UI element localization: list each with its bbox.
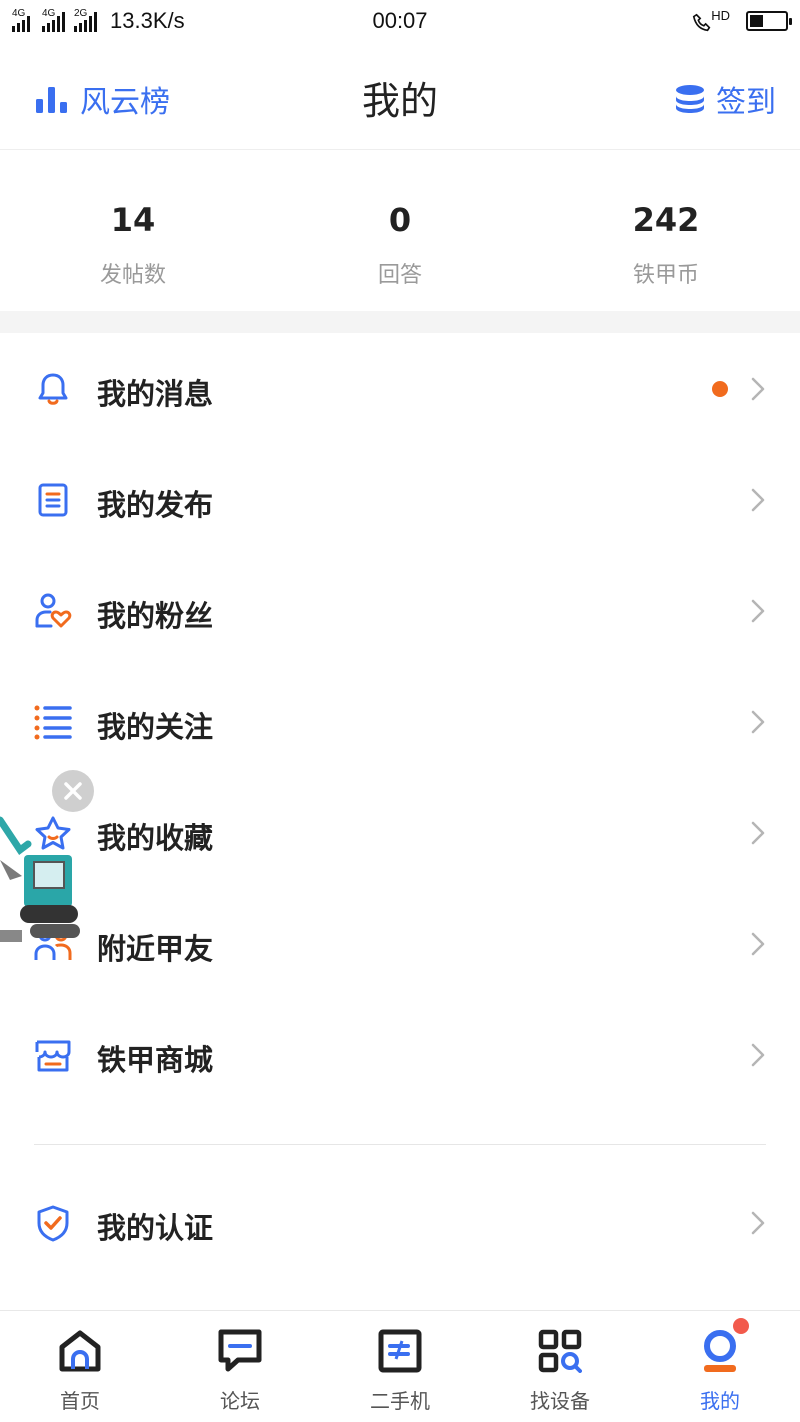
menu-item-fans[interactable]: 我的粉丝 — [0, 555, 800, 666]
menu-item-store[interactable]: 铁甲商城 — [0, 999, 800, 1110]
menu-label: 附近甲友 — [97, 932, 214, 966]
tab-find-equipment[interactable]: 找设备 — [480, 1311, 640, 1422]
menu-label: 我的粉丝 — [97, 599, 214, 633]
tab-label: 论坛 — [220, 1389, 260, 1413]
chevron-right-icon — [751, 1211, 765, 1235]
stat-answers[interactable]: 0 回答 — [300, 201, 500, 289]
top-header: 风云榜 我的 签到 — [0, 44, 800, 150]
menu-label: 铁甲商城 — [97, 1043, 214, 1077]
section-separator — [0, 311, 800, 333]
chevron-right-icon — [751, 710, 765, 734]
checkin-label: 签到 — [716, 85, 776, 120]
menu-label: 我的发布 — [97, 488, 214, 522]
coin-stack-icon — [676, 85, 704, 113]
excavator-icon — [0, 816, 80, 942]
chevron-right-icon — [751, 821, 765, 845]
tab-forum[interactable]: 论坛 — [160, 1311, 320, 1422]
tab-used-machines[interactable]: 二手机 — [320, 1311, 480, 1422]
stat-coins[interactable]: 242 铁甲币 — [566, 201, 766, 289]
bottom-nav: 首页 论坛 二手机 找设备 我的 — [0, 1310, 800, 1422]
chevron-right-icon — [751, 488, 765, 512]
home-icon — [59, 1330, 101, 1372]
tab-label: 找设备 — [530, 1389, 590, 1413]
menu-item-following[interactable]: 我的关注 — [0, 666, 800, 777]
call-tag: HD — [711, 8, 730, 23]
menu-item-messages[interactable]: 我的消息 — [0, 333, 800, 444]
status-time: 00:07 — [372, 8, 428, 33]
menu-item-favorites[interactable]: 我的收藏 — [0, 777, 800, 888]
profile-icon — [704, 1330, 736, 1372]
stat-label: 发帖数 — [99, 263, 166, 288]
tab-notification-dot — [733, 1318, 749, 1334]
chat-icon — [218, 1329, 262, 1372]
stat-posts[interactable]: 14 发帖数 — [33, 201, 233, 289]
menu-label: 我的认证 — [97, 1211, 214, 1245]
tab-label: 首页 — [60, 1389, 100, 1413]
tab-mine[interactable]: 我的 — [640, 1311, 800, 1422]
menu-item-posts[interactable]: 我的发布 — [0, 444, 800, 555]
menu-item-nearby[interactable]: 附近甲友 — [0, 888, 800, 999]
menu-label: 我的消息 — [97, 377, 214, 411]
menu-item-certification[interactable]: 我的认证 — [0, 1167, 800, 1278]
shield-check-icon — [34, 1204, 72, 1242]
tab-label: 我的 — [700, 1389, 740, 1413]
tab-home[interactable]: 首页 — [0, 1311, 160, 1422]
stat-value: 0 — [388, 201, 412, 239]
stat-value: 242 — [632, 201, 700, 239]
stat-value: 14 — [110, 201, 156, 239]
chevron-right-icon — [751, 1043, 765, 1067]
status-right: HD — [691, 8, 792, 34]
menu-divider — [34, 1144, 766, 1145]
machine-icon — [378, 1329, 422, 1373]
stat-label: 铁甲币 — [632, 263, 699, 288]
stat-label: 回答 — [377, 263, 422, 288]
checkin-button[interactable]: 签到 — [674, 77, 776, 121]
close-icon[interactable] — [52, 770, 94, 812]
store-icon — [34, 1036, 72, 1074]
document-icon — [34, 481, 72, 519]
tab-label: 二手机 — [370, 1389, 430, 1413]
stats-panel: 14 发帖数 0 回答 242 铁甲币 — [0, 151, 800, 311]
bell-icon — [34, 370, 72, 408]
fans-icon — [34, 592, 72, 630]
list-icon — [34, 703, 72, 741]
hd-call-icon: HD — [691, 8, 730, 34]
grid-search-icon — [538, 1329, 582, 1373]
chevron-right-icon — [751, 599, 765, 623]
chevron-right-icon — [751, 932, 765, 956]
unread-dot — [712, 381, 728, 397]
menu-label: 我的关注 — [97, 710, 214, 744]
battery-icon — [746, 11, 792, 31]
chevron-right-icon — [751, 377, 765, 401]
menu-label: 我的收藏 — [97, 821, 214, 855]
status-bar: 4G 4G 2G 13.3K/s 00:07 HD — [0, 0, 800, 44]
floating-ad[interactable] — [0, 770, 100, 950]
